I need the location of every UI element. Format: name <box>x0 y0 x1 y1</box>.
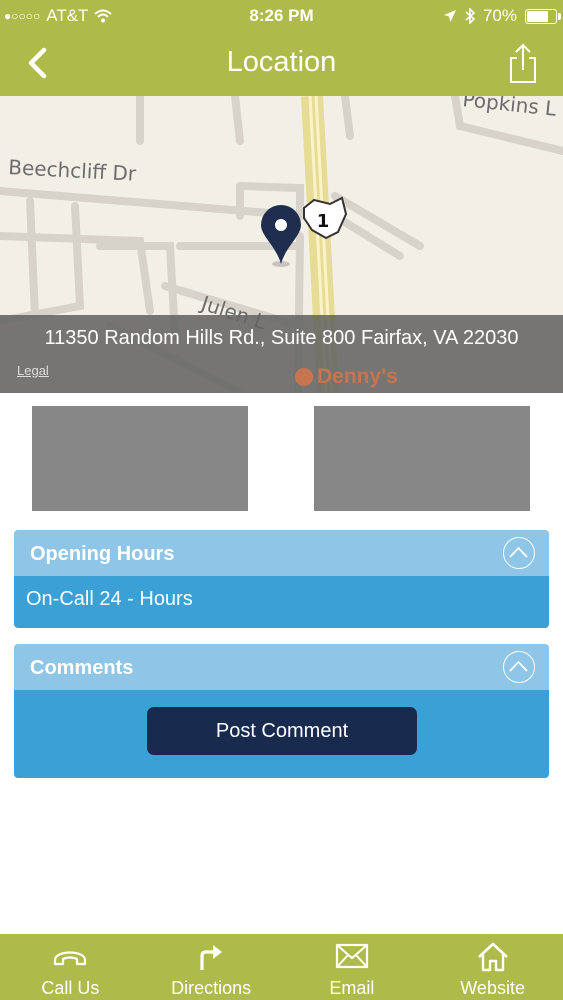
share-icon[interactable] <box>503 42 543 86</box>
collapse-icon[interactable] <box>503 537 535 569</box>
comments-title: Comments <box>30 657 134 679</box>
legal-link[interactable]: Legal <box>17 363 49 378</box>
restaurant-icon <box>295 368 313 386</box>
battery-percent: 70% <box>482 6 517 25</box>
nav-bar: Location <box>0 32 563 96</box>
tab-email[interactable]: Email <box>282 934 423 1000</box>
opening-hours-title: Opening Hours <box>30 543 175 565</box>
opening-hours-header[interactable]: Opening Hours <box>14 530 549 576</box>
tab-label: Directions <box>171 978 252 998</box>
app-header: ●○○○○ AT&T 8:26 PM 70% Location <box>0 0 563 96</box>
location-pin-icon[interactable] <box>261 205 301 264</box>
photo-placeholder-1[interactable] <box>32 406 248 511</box>
bottom-tab-bar: Call Us Directions Email Website <box>0 934 563 1000</box>
status-bar: ●○○○○ AT&T 8:26 PM 70% <box>0 0 563 32</box>
tab-website[interactable]: Website <box>422 934 563 1000</box>
tab-label: Call Us <box>41 978 100 998</box>
address-text: 11350 Random Hills Rd., Suite 800 Fairfa… <box>44 327 519 349</box>
page-title: Location <box>226 46 337 78</box>
collapse-icon[interactable] <box>503 651 535 683</box>
battery-fill <box>527 10 548 22</box>
tab-directions[interactable]: Directions <box>141 934 282 1000</box>
tab-label: Website <box>460 978 525 998</box>
post-comment-button[interactable]: Post Comment <box>147 707 417 755</box>
street-label-popkins: Popkins L <box>461 96 558 121</box>
email-icon <box>335 943 368 969</box>
tab-label: Email <box>329 978 375 998</box>
directions-icon <box>200 945 223 970</box>
location-arrow-icon <box>443 10 456 22</box>
comments-panel: Comments Post Comment <box>14 644 549 778</box>
poi-label: Denny's <box>317 365 398 388</box>
route-number: 1 <box>317 211 330 232</box>
tab-call-us[interactable]: Call Us <box>0 934 141 1000</box>
opening-hours-panel: Opening Hours On-Call 24 - Hours <box>14 530 549 628</box>
address-bar: 11350 Random Hills Rd., Suite 800 Fairfa… <box>0 315 563 393</box>
comments-body: Post Comment <box>14 690 549 778</box>
opening-hours-body: On-Call 24 - Hours <box>14 576 549 628</box>
battery-icon <box>525 8 561 24</box>
street-label-beechcliff: Beechcliff Dr <box>8 155 138 186</box>
bluetooth-icon <box>465 8 475 24</box>
poi-dennys[interactable]: Denny's <box>295 365 398 389</box>
opening-hours-value: On-Call 24 - Hours <box>26 588 193 610</box>
phone-icon <box>54 951 87 966</box>
home-icon <box>477 942 508 972</box>
status-right: 70% <box>443 6 561 26</box>
photo-placeholder-2[interactable] <box>314 406 530 511</box>
comments-header[interactable]: Comments <box>14 644 549 690</box>
